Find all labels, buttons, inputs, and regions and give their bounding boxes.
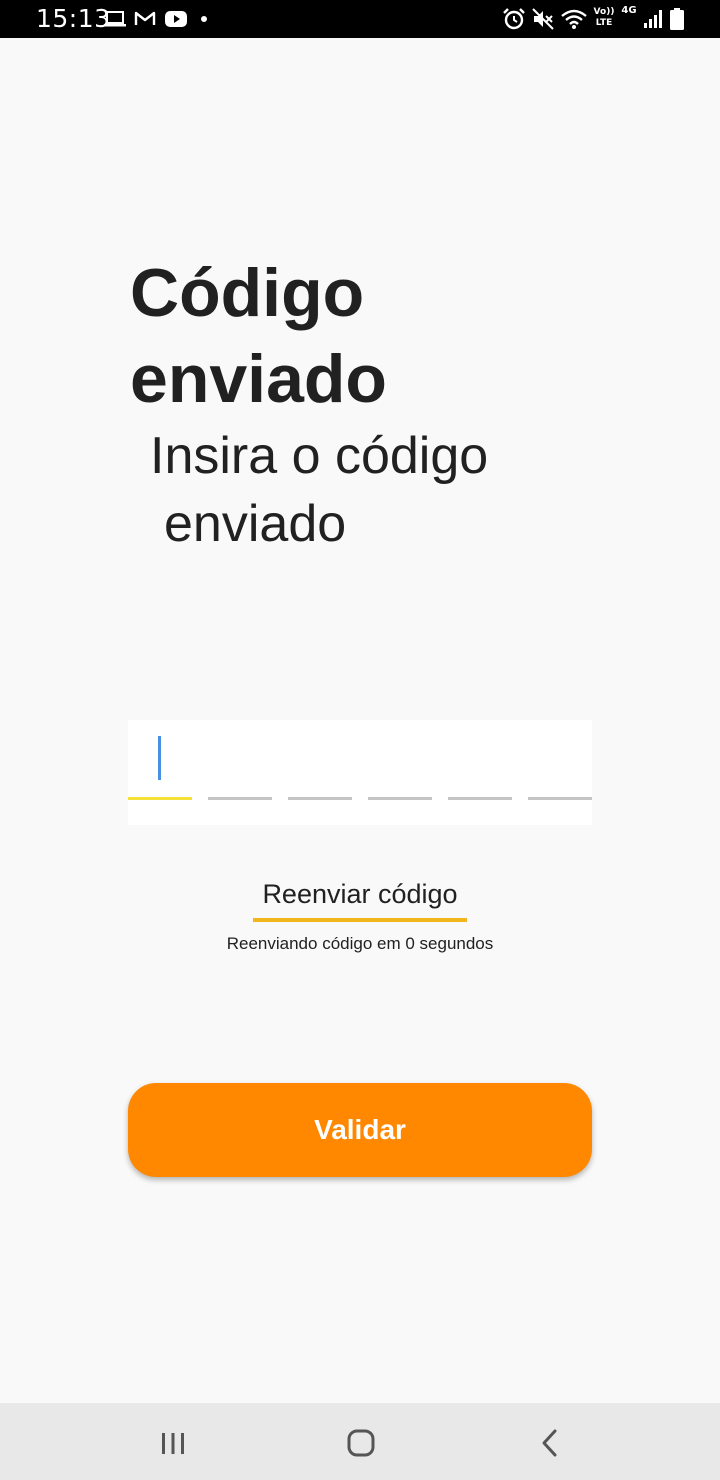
code-digit-underline: [528, 797, 592, 800]
code-digit-field-2[interactable]: [208, 720, 272, 800]
code-digit-field-6[interactable]: [528, 720, 592, 800]
resend-code-link[interactable]: Reenviar código: [253, 876, 467, 912]
back-icon[interactable]: [530, 1423, 570, 1463]
laptop-icon: [104, 11, 126, 27]
code-digit-underline: [368, 797, 432, 800]
page-title: Código enviado: [130, 255, 387, 417]
subtitle-line-2: enviado: [164, 495, 347, 553]
wifi-icon: [561, 9, 587, 29]
verification-code-input[interactable]: [128, 720, 592, 825]
gmail-icon: [134, 11, 156, 25]
signal-icon: [644, 10, 662, 28]
code-digit-field-5[interactable]: [448, 720, 512, 800]
page-subtitle: Insira o código enviado: [150, 422, 580, 558]
code-digit-underline: [288, 797, 352, 800]
code-digit-underline: [448, 797, 512, 800]
recents-icon[interactable]: [153, 1423, 193, 1463]
volte-icon: Vo)) LTE: [593, 7, 615, 28]
4g-icon: 4G: [621, 5, 637, 16]
mute-icon: [532, 8, 554, 30]
code-digit-field-1[interactable]: [128, 720, 192, 800]
resend-link-underline: [253, 918, 467, 922]
status-time: 15:13: [36, 4, 111, 33]
code-digit-underline: [208, 797, 272, 800]
resend-countdown-text: Reenviando código em 0 segundos: [226, 934, 494, 953]
navigation-bar: [0, 1403, 720, 1480]
home-icon[interactable]: [341, 1423, 381, 1463]
dot-icon: [201, 16, 207, 22]
status-bar: 15:13 Vo)) LTE 4G: [0, 0, 720, 38]
code-digit-underline: [128, 797, 192, 800]
youtube-icon: [165, 11, 187, 27]
battery-icon: [670, 8, 684, 30]
text-caret: [158, 736, 161, 780]
subtitle-line-1: Insira o código: [150, 427, 489, 485]
alarm-icon: [503, 8, 525, 30]
code-digit-field-3[interactable]: [288, 720, 352, 800]
code-digit-field-4[interactable]: [368, 720, 432, 800]
validate-button[interactable]: Validar: [128, 1083, 592, 1177]
